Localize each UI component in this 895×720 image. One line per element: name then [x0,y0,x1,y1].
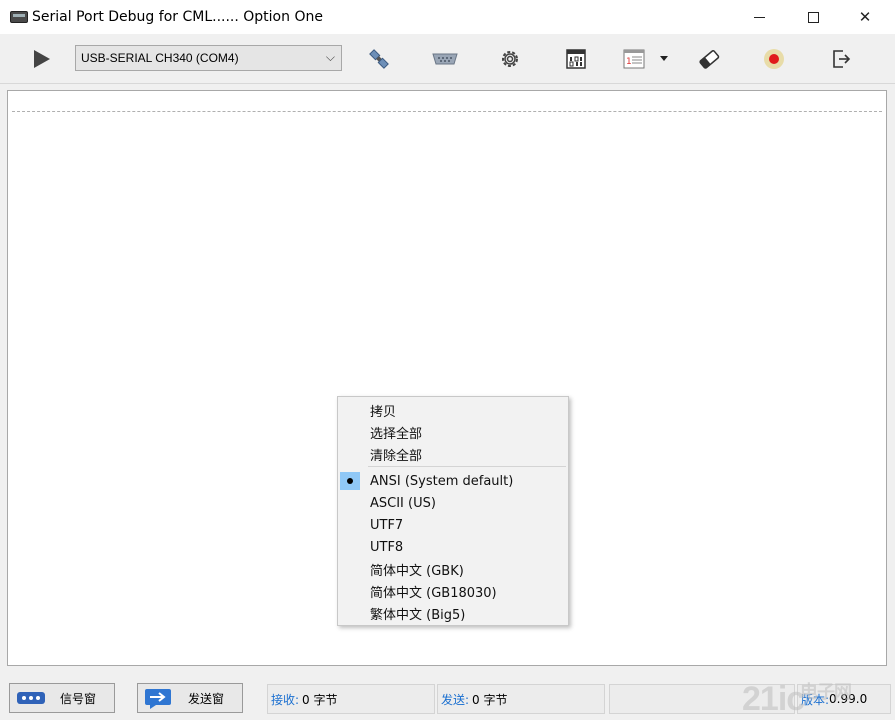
receive-counter: 接收: 0 字节 [267,684,435,714]
window-title: Serial Port Debug for CML...... Option O… [32,9,323,25]
title-bar: Serial Port Debug for CML...... Option O… [0,0,895,34]
close-icon[interactable]: ✕ [842,0,888,34]
svg-text:1: 1 [626,57,632,67]
plug-connect-icon[interactable] [364,44,394,74]
menu-item-encoding-ansi[interactable]: ANSI (System default) [338,470,568,492]
minimize-icon[interactable] [736,0,782,34]
receive-value: 0 字节 [302,692,338,707]
serial-connector-icon[interactable] [430,44,460,74]
toolbar: USB-SERIAL CH340 (COM4) ⌵ 1 [0,34,895,84]
menu-item-encoding-big5[interactable]: 繁体中文 (Big5) [338,602,568,624]
record-icon[interactable] [759,44,789,74]
menu-item-encoding-utf7[interactable]: UTF7 [338,514,568,536]
send-label: 发送: [441,692,470,707]
eraser-icon[interactable] [694,44,724,74]
receive-label: 接收: [271,692,300,707]
port-select[interactable]: USB-SERIAL CH340 (COM4) ⌵ [75,45,342,71]
watermark-text: 21ic [742,680,805,718]
menu-item-encoding-gb18030[interactable]: 简体中文 (GB18030) [338,580,568,602]
send-counter: 发送: 0 字节 [437,684,605,714]
send-window-label: 发送窗 [188,691,225,706]
chevron-down-icon: ⌵ [325,50,335,64]
port-select-value: USB-SERIAL CH340 (COM4) [81,51,239,65]
divider [12,111,882,112]
maximize-icon[interactable] [790,0,836,34]
send-value: 0 字节 [472,692,508,707]
context-menu: 拷贝 选择全部 清除全部 ANSI (System default) ASCII… [337,396,569,626]
menu-item-select-all[interactable]: 选择全部 [338,421,568,443]
menu-item-encoding-ascii[interactable]: ASCII (US) [338,492,568,514]
exit-icon[interactable] [826,44,856,74]
binary-display-icon[interactable] [561,44,591,74]
settings-gear-icon[interactable] [495,44,525,74]
signal-window-button[interactable]: 信号窗 [9,683,115,713]
menu-item-encoding-utf8[interactable]: UTF8 [338,536,568,558]
dropdown-arrow-icon[interactable] [654,44,674,74]
menu-separator [368,466,566,467]
list-format-icon[interactable]: 1 [619,44,649,74]
watermark-subtext: 电子网 [800,682,852,702]
menu-item-clear-all[interactable]: 清除全部 [338,443,568,465]
send-window-button[interactable]: 发送窗 [137,683,243,713]
menu-item-label: ANSI (System default) [370,473,514,489]
serial-port-app-icon [10,11,28,23]
selected-radio-icon [340,472,360,490]
play-icon[interactable] [26,44,56,74]
watermark: 21ic 电子网 [742,680,852,719]
signal-window-label: 信号窗 [60,691,97,706]
send-arrow-icon [145,689,171,709]
signal-icon [17,692,45,704]
menu-item-encoding-gbk[interactable]: 简体中文 (GBK) [338,558,568,580]
menu-item-copy[interactable]: 拷贝 [338,399,568,421]
